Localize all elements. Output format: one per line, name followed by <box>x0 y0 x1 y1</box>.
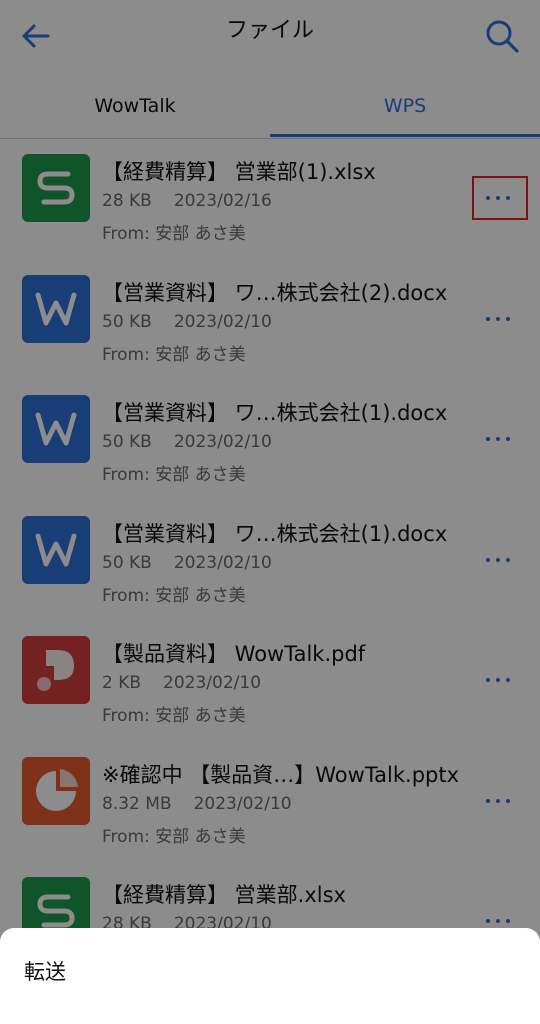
action-sheet: 転送 <box>0 928 540 1024</box>
dim-overlay[interactable] <box>0 0 540 1024</box>
forward-option[interactable]: 転送 <box>24 956 66 986</box>
